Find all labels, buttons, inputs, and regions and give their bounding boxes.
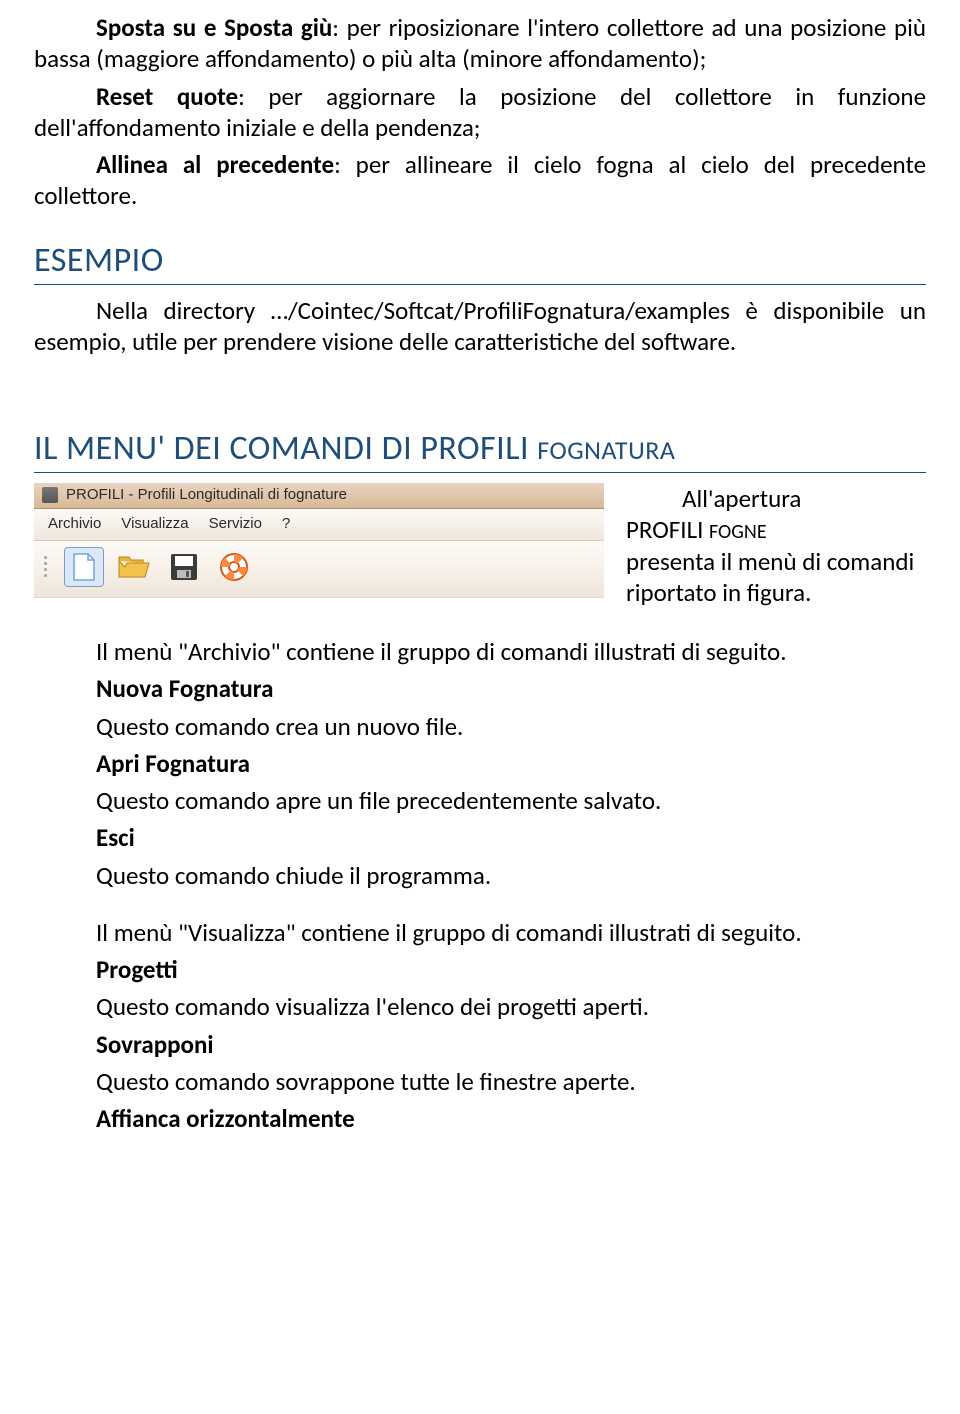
menu-screenshot: PROFILI - Profili Longitudinali di fogna… (34, 483, 604, 598)
heading-esempio: ESEMPIO (34, 240, 926, 283)
paragraph-reset: Reset quote: per aggiornare la posizione… (34, 81, 926, 144)
floppy-disk-icon (169, 552, 199, 582)
heading-menu-main: IL MENU' DEI COMANDI DI PROFILI (34, 428, 537, 469)
p-sovrapponi: Questo comando sovrappone tutte le fines… (96, 1066, 926, 1097)
folder-open-icon (117, 553, 151, 581)
heading-menu: IL MENU' DEI COMANDI DI PROFILI FOGNATUR… (34, 428, 926, 471)
side-line3: presenta il menù di comandi riportato in… (626, 546, 914, 608)
side-paragraph: All'apertura PROFILI FOGNE presenta il m… (626, 483, 926, 608)
paragraph-esempio: Nella directory …/Cointec/Softcat/Profil… (34, 295, 926, 358)
paragraph-allinea: Allinea al precedente: per allineare il … (34, 149, 926, 212)
h-esci: Esci (96, 822, 926, 853)
p-esci: Questo comando chiude il programma. (96, 860, 926, 891)
help-button[interactable] (214, 547, 254, 587)
h-apri: Apri Fognatura (96, 748, 926, 779)
new-file-icon (70, 552, 98, 582)
lifebuoy-icon (218, 551, 250, 583)
paragraph-intro: Sposta su e Sposta giù: per riposizionar… (34, 12, 926, 75)
p-visualizza-intro: Il menù "Visualizza" contiene il gruppo … (96, 917, 926, 948)
toolbar-grip-icon (44, 556, 52, 577)
heading-menu-small: FOGNATURA (537, 434, 675, 466)
divider (34, 284, 926, 285)
intro-bold-3: Allinea al precedente (96, 149, 334, 180)
window-titlebar: PROFILI - Profili Longitudinali di fogna… (34, 483, 604, 509)
intro-bold-1: Sposta su e Sposta giù (96, 12, 332, 43)
p-nuova: Questo comando crea un nuovo file. (96, 711, 926, 742)
h-nuova: Nuova Fognatura (96, 673, 926, 704)
h-affianca: Affianca orizzontalmente (96, 1103, 926, 1134)
esempio-text: Nella directory …/Cointec/Softcat/Profil… (34, 295, 926, 357)
p-apri: Questo comando apre un file precedenteme… (96, 785, 926, 816)
menu-item-help[interactable]: ? (282, 515, 290, 534)
menu-item-archivio[interactable]: Archivio (48, 515, 101, 534)
side-line2a: PROFILI (626, 514, 709, 545)
toolbar (34, 541, 604, 598)
save-button[interactable] (164, 547, 204, 587)
side-line1: All'apertura (626, 483, 926, 514)
menu-item-servizio[interactable]: Servizio (209, 515, 262, 534)
side-line2b: FOGNE (709, 520, 767, 544)
p-archivio-intro: Il menù "Archivio" contiene il gruppo di… (96, 636, 926, 667)
window-title: PROFILI - Profili Longitudinali di fogna… (66, 486, 347, 505)
app-icon (42, 487, 58, 503)
divider (34, 472, 926, 473)
intro-bold-2: Reset quote (96, 81, 238, 112)
h-sovrapponi: Sovrapponi (96, 1029, 926, 1060)
menu-item-visualizza[interactable]: Visualizza (121, 515, 188, 534)
open-file-button[interactable] (114, 547, 154, 587)
menu-bar: Archivio Visualizza Servizio ? (34, 509, 604, 541)
p-progetti: Questo comando visualizza l'elenco dei p… (96, 991, 926, 1022)
new-file-button[interactable] (64, 547, 104, 587)
h-progetti: Progetti (96, 954, 926, 985)
